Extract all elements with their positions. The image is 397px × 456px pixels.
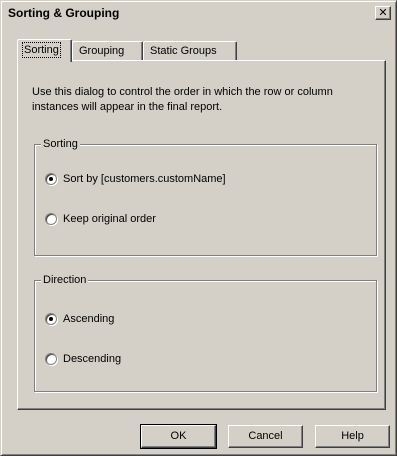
title-bar[interactable]: Sorting & Grouping ✕ bbox=[4, 4, 393, 22]
radio-button-unchecked[interactable] bbox=[45, 213, 57, 225]
ok-button[interactable]: OK bbox=[140, 424, 217, 449]
tab-static-groups-label: Static Groups bbox=[150, 45, 217, 57]
radio-button-checked[interactable] bbox=[45, 173, 57, 185]
tab-panel-sorting: Use this dialog to control the order in … bbox=[17, 60, 386, 410]
description-text: Use this dialog to control the order in … bbox=[32, 86, 333, 113]
radio-button-checked[interactable] bbox=[45, 313, 57, 325]
direction-groupbox: Direction Ascending Descending bbox=[34, 274, 377, 392]
window-title: Sorting & Grouping bbox=[8, 6, 120, 20]
radio-descending-label: Descending bbox=[63, 353, 122, 365]
close-button[interactable]: ✕ bbox=[375, 6, 391, 20]
direction-group-label: Direction bbox=[41, 274, 89, 287]
tab-sorting-label: Sorting bbox=[22, 42, 61, 58]
close-icon: ✕ bbox=[378, 6, 388, 19]
tab-static-groups[interactable]: Static Groups bbox=[143, 41, 237, 61]
tab-grouping-label: Grouping bbox=[79, 45, 125, 57]
radio-button-unchecked[interactable] bbox=[45, 353, 57, 365]
radio-sort-by-label: Sort by [customers.customName] bbox=[63, 173, 226, 185]
tab-sorting[interactable]: Sorting bbox=[17, 39, 72, 62]
sorting-group-label: Sorting bbox=[41, 138, 80, 151]
sorting-grouping-dialog: Sorting & Grouping ✕ Sorting Grouping St… bbox=[0, 0, 397, 456]
sorting-groupbox: Sorting Sort by [customers.customName] K… bbox=[34, 138, 377, 256]
help-button[interactable]: Help bbox=[315, 425, 390, 448]
radio-keep-original-order-label: Keep original order bbox=[63, 213, 156, 225]
cancel-button[interactable]: Cancel bbox=[228, 425, 303, 448]
radio-ascending-label: Ascending bbox=[63, 313, 115, 325]
tab-grouping[interactable]: Grouping bbox=[72, 41, 143, 61]
